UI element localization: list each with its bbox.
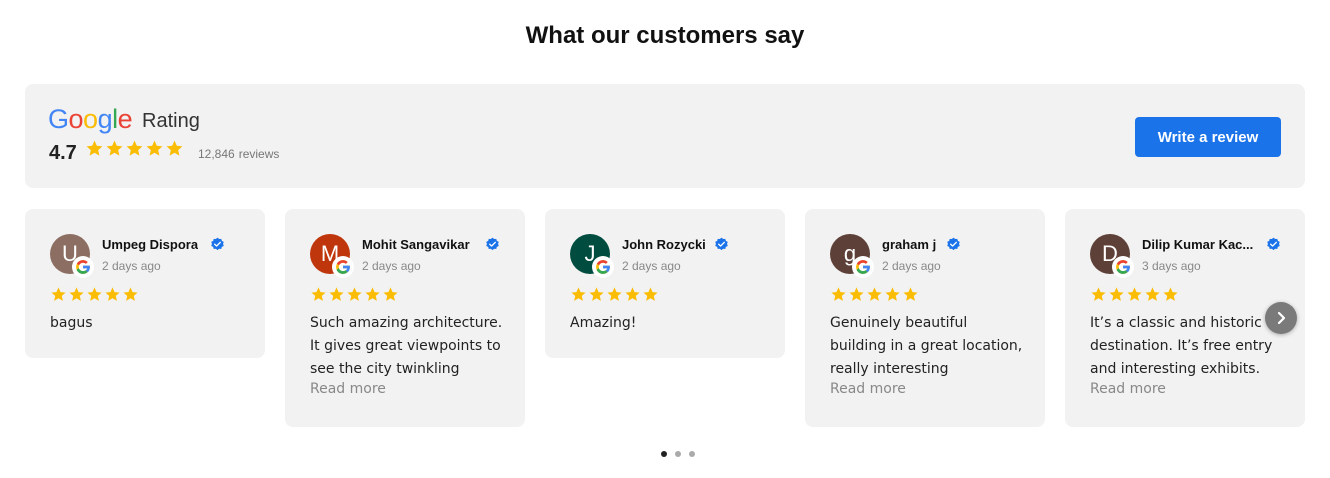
read-more-link[interactable]: Read more [830, 381, 906, 397]
reviewer-name: Mohit Sangavikar [362, 237, 470, 252]
verified-badge-icon [715, 237, 728, 251]
google-badge [592, 256, 614, 278]
google-badge [1112, 256, 1134, 278]
review-date: 2 days ago [362, 259, 421, 273]
star-icon [831, 287, 846, 301]
star-icon [903, 287, 918, 301]
rating-label: Rating [142, 110, 200, 132]
star-icon [146, 140, 163, 156]
star-icon [347, 287, 362, 301]
review-stars [310, 286, 399, 303]
star-icon [69, 287, 84, 301]
star-icon [867, 287, 882, 301]
chevron-right-icon [1277, 311, 1286, 325]
pagination-dot[interactable] [689, 451, 695, 457]
average-stars [85, 139, 184, 158]
pagination-dot[interactable] [675, 451, 681, 457]
star-icon [643, 287, 658, 301]
review-text: Genuinely beautiful building in a great … [830, 315, 1023, 377]
review-count: 12,846 reviews [198, 147, 279, 161]
reviewer-name: Dilip Kumar Kac... [1142, 237, 1254, 252]
star-icon [625, 287, 640, 301]
review-stars [1090, 286, 1179, 303]
star-icon [105, 287, 120, 301]
review-count-word: reviews [238, 147, 280, 161]
google-g-icon [856, 260, 871, 274]
google-logo: Google [48, 104, 133, 134]
carousel-pagination [661, 451, 695, 457]
review-stars [570, 286, 659, 303]
section-title: What our customers say [525, 22, 805, 49]
verified-badge-icon [1267, 237, 1280, 251]
google-g-icon [596, 260, 611, 274]
google-badge [852, 256, 874, 278]
star-icon [607, 287, 622, 301]
write-review-button[interactable]: Write a review [1135, 117, 1281, 157]
star-icon [589, 287, 604, 301]
star-icon [51, 287, 66, 301]
star-icon [1109, 287, 1124, 301]
review-date: 3 days ago [1142, 259, 1201, 273]
star-icon [571, 287, 586, 301]
review-date: 2 days ago [102, 259, 161, 273]
review-text: bagus [50, 315, 93, 331]
star-icon [166, 140, 183, 156]
star-icon [885, 287, 900, 301]
google-badge [72, 256, 94, 278]
google-g-icon [76, 260, 91, 274]
star-icon [365, 287, 380, 301]
reviewer-name: John Rozycki [622, 237, 706, 252]
reviewer-name: graham j [882, 237, 937, 252]
star-icon [87, 287, 102, 301]
star-icon [123, 287, 138, 301]
read-more-link[interactable]: Read more [310, 381, 386, 397]
review-count-number: 12,846 [198, 147, 235, 161]
pagination-dot[interactable] [661, 451, 667, 457]
review-text: Such amazing architecture. It gives grea… [310, 315, 503, 377]
star-icon [106, 140, 123, 156]
review-card: g graham j2 days ago Genuinely beautiful b… [805, 209, 1045, 427]
review-stars [830, 286, 919, 303]
google-g-icon [336, 260, 351, 274]
star-icon [383, 287, 398, 301]
read-more-link[interactable]: Read more [1090, 381, 1166, 397]
verified-badge-icon [947, 237, 960, 251]
star-icon [1127, 287, 1142, 301]
verified-badge-icon [211, 237, 224, 251]
review-date: 2 days ago [882, 259, 941, 273]
reviewer-name: Umpeg Dispora [102, 237, 199, 252]
review-stars [50, 286, 139, 303]
google-badge [332, 256, 354, 278]
star-icon [849, 287, 864, 301]
star-icon [1145, 287, 1160, 301]
review-text: It’s a classic and historic destination.… [1090, 315, 1273, 377]
verified-badge-icon [486, 237, 499, 251]
google-g-icon [1116, 260, 1131, 274]
rating-summary: Google Rating 4.7 12,846 reviews Write a … [25, 84, 1305, 188]
review-date: 2 days ago [622, 259, 681, 273]
star-icon [1091, 287, 1106, 301]
review-card: M Mohit Sangavikar 2 days ago Such amazing … [285, 209, 525, 427]
review-card: U Umpeg Dispora 2 days ago bagus [25, 209, 265, 358]
star-icon [126, 140, 143, 156]
next-arrow-button[interactable] [1265, 302, 1297, 334]
star-icon [311, 287, 326, 301]
star-icon [1163, 287, 1178, 301]
average-rating: 4.7 [49, 142, 77, 164]
star-icon [329, 287, 344, 301]
review-text: Amazing! [570, 315, 637, 331]
star-icon [86, 140, 103, 156]
review-card: J John Rozycki 2 days ago Amazing! [545, 209, 785, 358]
